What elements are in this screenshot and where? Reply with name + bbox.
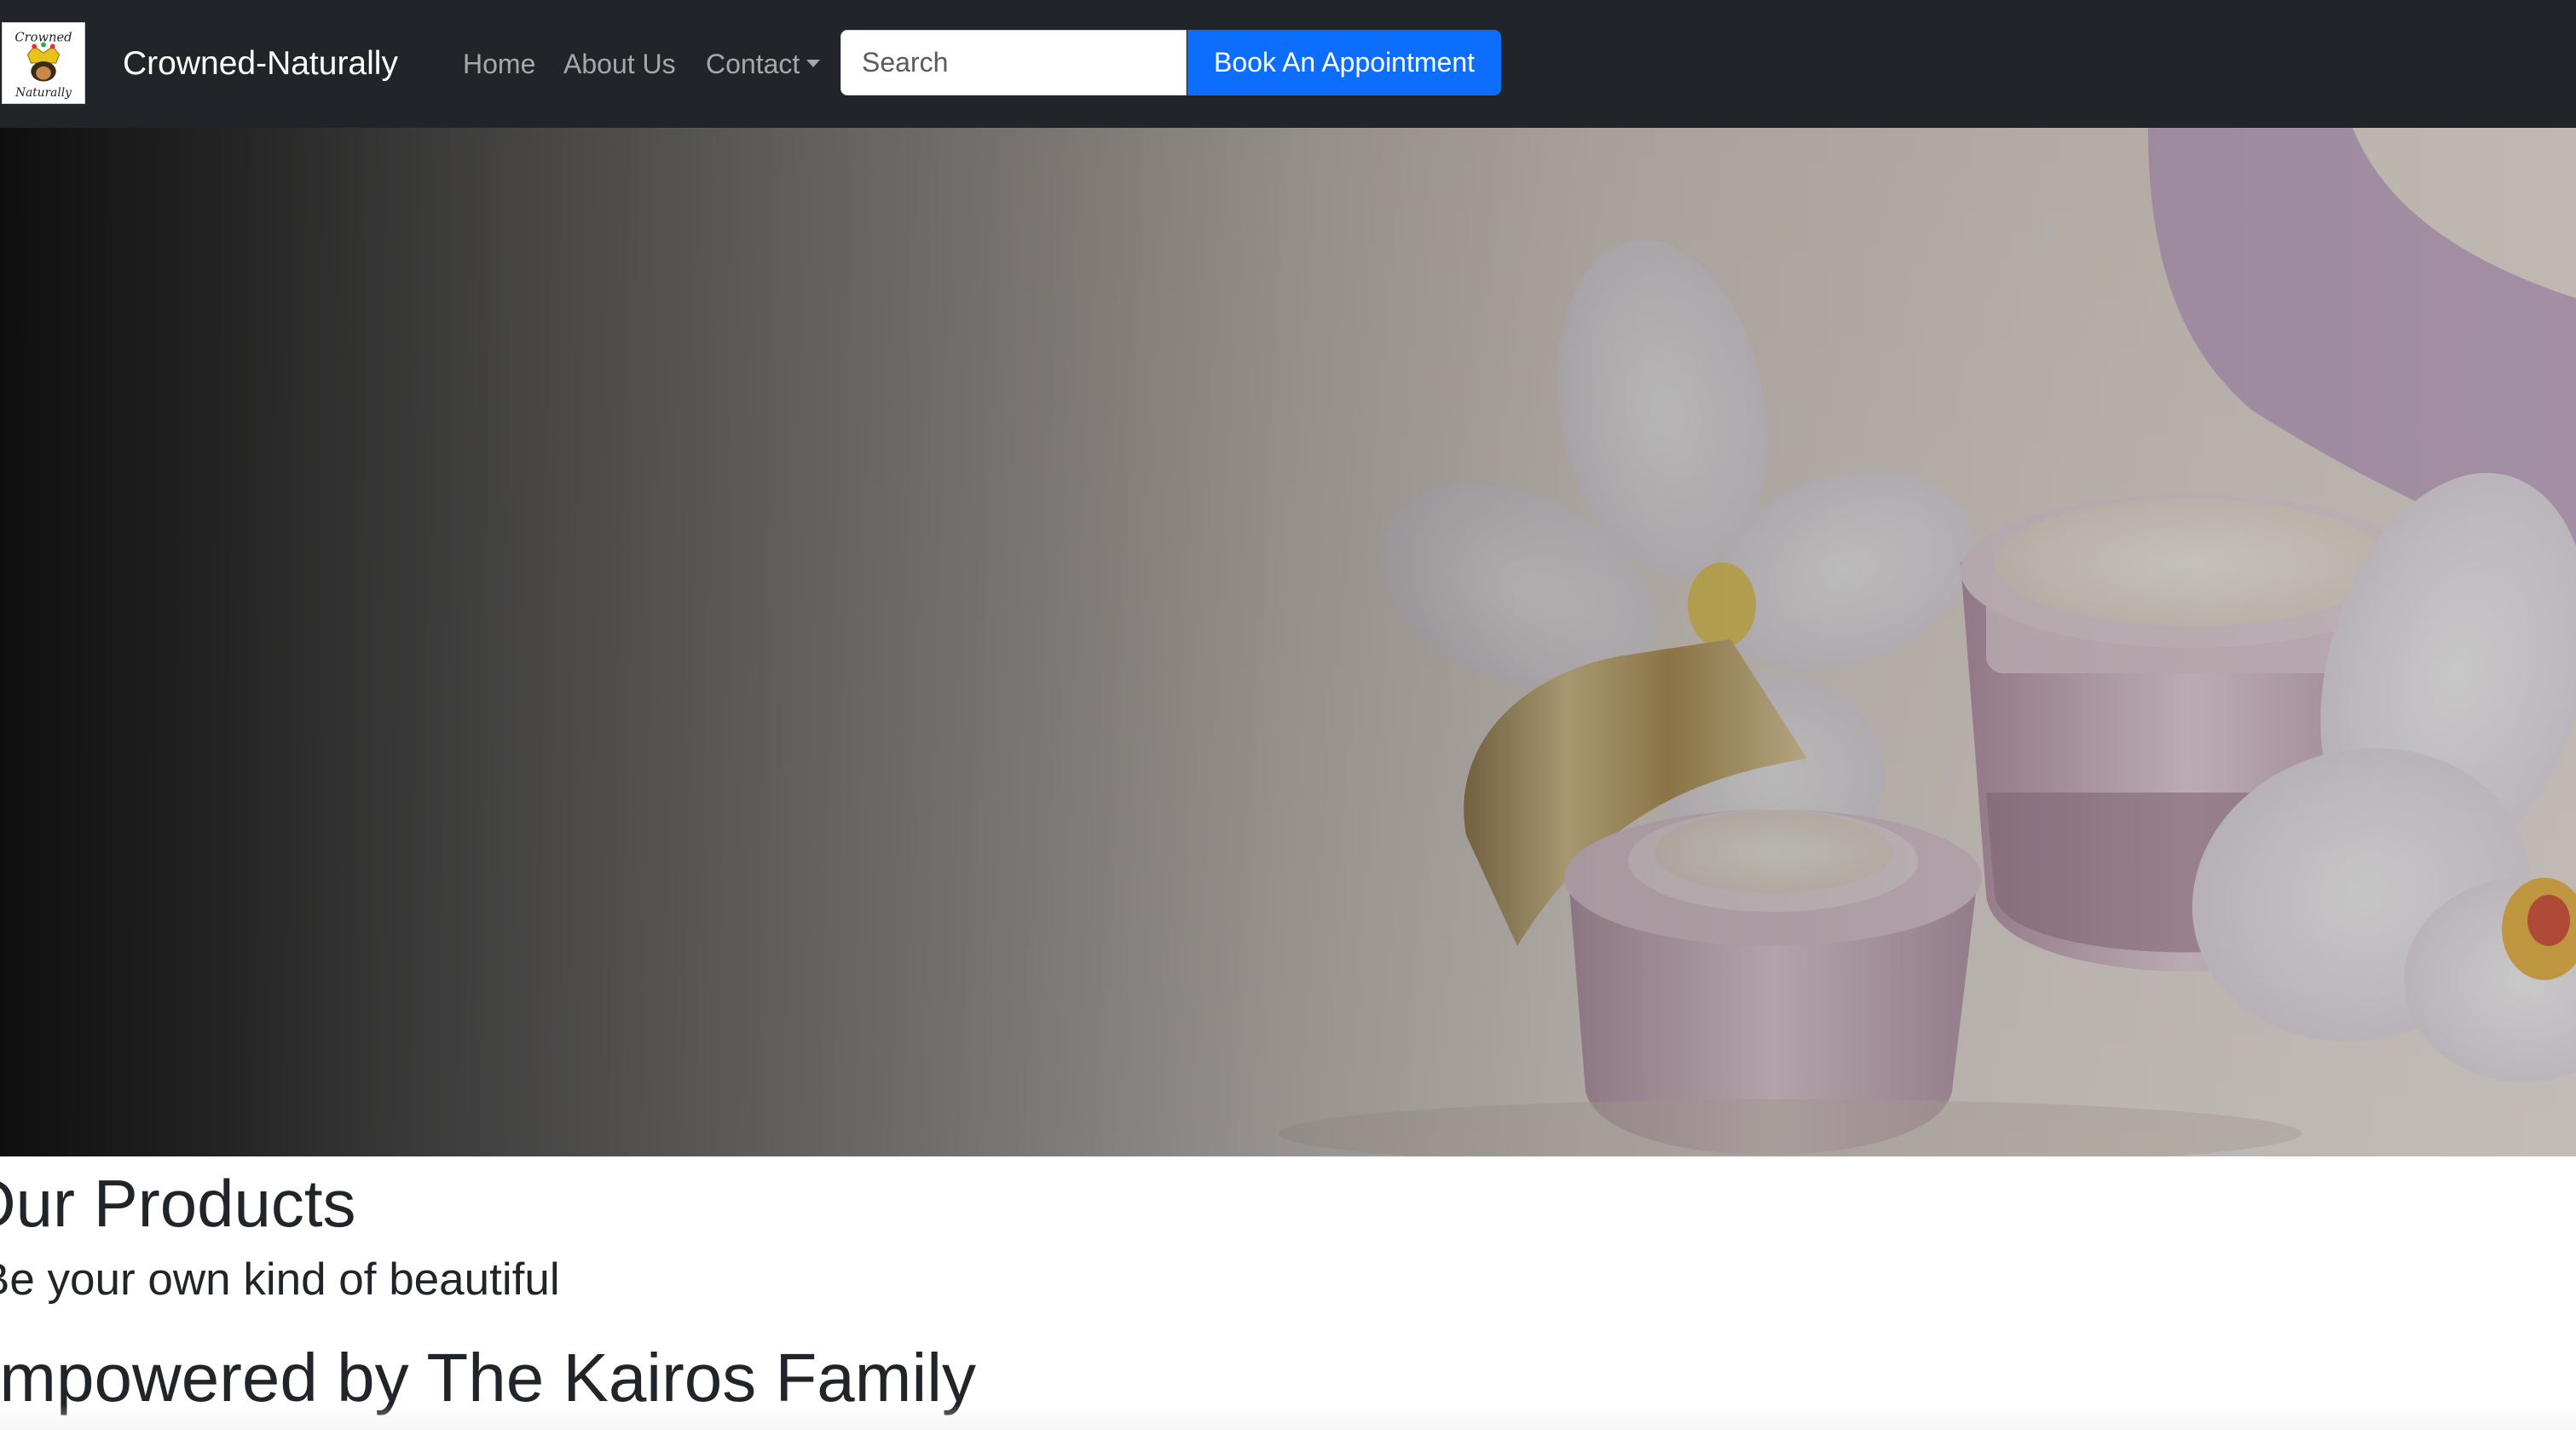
tagline: Be your own kind of beautiful xyxy=(0,1254,560,1305)
bottom-fade xyxy=(0,1404,2576,1430)
products-heading: Our Products xyxy=(0,1166,356,1241)
svg-text:Naturally: Naturally xyxy=(14,86,72,100)
brand-name[interactable]: Crowned-Naturally xyxy=(123,41,398,87)
crown-logo-icon: Crowned Naturally xyxy=(3,23,84,103)
hero-banner xyxy=(0,128,2576,1156)
brand-logo[interactable]: Crowned Naturally xyxy=(2,22,85,104)
nav-contact-label: Contact xyxy=(706,49,800,79)
hero-dark-overlay xyxy=(0,128,2576,1156)
nav-link-home[interactable]: Home xyxy=(463,44,535,84)
caret-down-icon xyxy=(806,60,821,67)
search-input[interactable] xyxy=(840,30,1187,95)
nav-dropdown-contact[interactable]: Contact xyxy=(706,44,821,84)
nav-link-about[interactable]: About Us xyxy=(563,44,676,84)
navbar: Crowned Naturally Crowned-Naturally Home… xyxy=(0,0,2576,128)
book-appointment-button[interactable]: Book An Appointment xyxy=(1187,30,1501,95)
